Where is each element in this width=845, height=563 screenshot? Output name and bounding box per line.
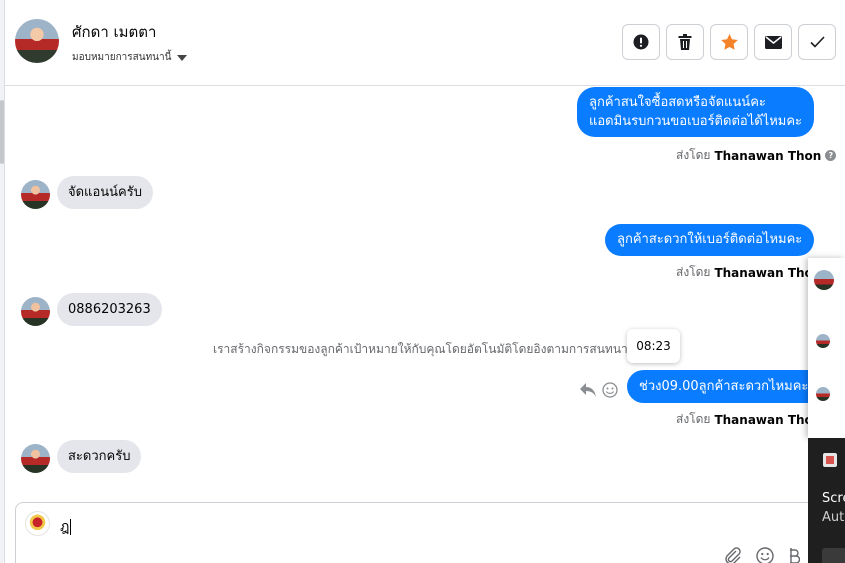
sent-by-label: ส่งโดย Thanawan Thon ?	[676, 146, 837, 165]
attachment-icon[interactable]	[724, 547, 742, 563]
sent-by-prefix: ส่งโดย	[676, 148, 711, 162]
star-button[interactable]	[710, 24, 748, 60]
message-composer[interactable]: ฎ	[15, 502, 815, 563]
header-actions	[622, 24, 836, 60]
sent-by-label: ส่งโดย Thanawan Thon	[676, 263, 821, 282]
page-avatar	[25, 511, 50, 536]
help-icon[interactable]: ?	[825, 150, 837, 161]
alert-circle-icon	[633, 34, 649, 50]
text-cursor	[70, 519, 72, 535]
message-line: ลูกค้าสนใจซื้อสดหรือจัดแนน์คะ	[589, 95, 766, 110]
toast-button[interactable]	[822, 548, 845, 563]
outgoing-message[interactable]: ลูกค้าสะดวกให้เบอร์ติดต่อไหมคะ	[605, 224, 815, 256]
sender-name: Thanawan Thon	[714, 265, 822, 280]
outgoing-message[interactable]: ลูกค้าสนใจซื้อสดหรือจัดแนน์คะ แอดมินรบกว…	[577, 87, 815, 137]
contact-avatar-small[interactable]	[21, 180, 50, 209]
contact-avatar[interactable]	[15, 19, 59, 63]
star-icon	[720, 34, 738, 50]
contact-name[interactable]: ศักดา เมตตา	[72, 20, 156, 44]
notification-avatar[interactable]	[814, 270, 834, 290]
conversation-header: ศักดา เมตตา มอบหมายการสนทนานี้	[5, 0, 845, 86]
system-note: เราสร้างกิจกรรมของลูกค้าเป้าหมายให้กับคุ…	[213, 342, 636, 356]
toast-subtitle: Aut	[822, 510, 845, 525]
screenshot-toast[interactable]: Scre Aut	[808, 438, 845, 563]
message-line: แอดมินรบกวนขอเบอร์ติดต่อได้ไหมคะ	[589, 114, 803, 129]
mark-unread-button[interactable]	[754, 24, 792, 60]
composer-tools	[724, 547, 800, 563]
outgoing-message[interactable]: ช่วง09.00ลูกค้าสะดวกไหมคะ	[627, 370, 821, 403]
incoming-message[interactable]: สะดวกครับ	[57, 440, 142, 473]
assign-label: มอบหมายการสนทนานี้	[72, 52, 172, 63]
delete-button[interactable]	[666, 24, 704, 60]
envelope-icon	[764, 35, 782, 49]
sent-by-prefix: ส่งโดย	[676, 412, 711, 426]
notification-avatar[interactable]	[816, 334, 830, 348]
mark-spam-button[interactable]	[622, 24, 660, 60]
reply-icon[interactable]	[580, 383, 596, 397]
sent-by-prefix: ส่งโดย	[676, 265, 711, 279]
payment-icon[interactable]	[788, 547, 800, 563]
mark-done-button[interactable]	[798, 24, 836, 60]
toast-title: Scre	[822, 491, 845, 506]
caret-down-icon	[177, 54, 188, 61]
trash-icon	[678, 34, 692, 50]
emoji-icon[interactable]	[756, 547, 774, 563]
sent-by-label: ส่งโดย Thanawan Thon	[676, 410, 821, 429]
sender-name: Thanawan Thon	[714, 412, 822, 427]
emoji-react-icon[interactable]	[602, 382, 618, 398]
incoming-message[interactable]: จัดแอนน์ครับ	[57, 176, 153, 209]
notification-avatar[interactable]	[816, 387, 830, 401]
notification-panel	[808, 258, 845, 438]
message-hover-actions	[580, 382, 618, 398]
contact-avatar-small[interactable]	[21, 444, 50, 473]
composer-text: ฎ	[60, 519, 70, 535]
sender-name: Thanawan Thon	[714, 148, 822, 163]
check-icon	[809, 36, 825, 48]
chat-window: ศักดา เมตตา มอบหมายการสนทนานี้ ลูกค้าสนใ…	[0, 0, 845, 563]
scrollbar-thumb[interactable]	[0, 100, 4, 164]
composer-input[interactable]: ฎ	[60, 516, 72, 538]
contact-avatar-small[interactable]	[21, 297, 50, 326]
assign-conversation-dropdown[interactable]: มอบหมายการสนทนานี้	[72, 50, 188, 65]
app-icon	[823, 453, 837, 467]
incoming-message[interactable]: 0886203263	[57, 293, 162, 326]
timestamp-tooltip: 08:23	[627, 329, 680, 363]
